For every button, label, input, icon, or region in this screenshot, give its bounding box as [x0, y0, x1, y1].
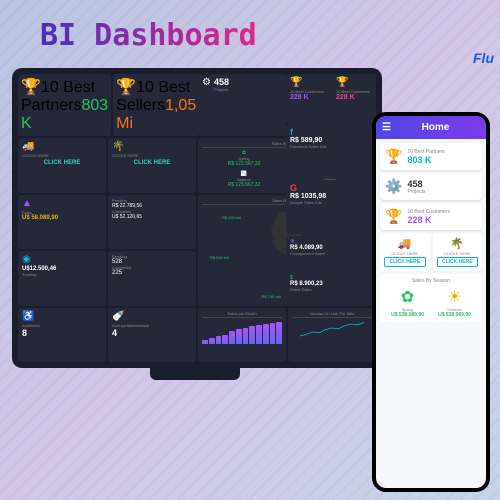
leaf-icon: 📉	[241, 171, 247, 177]
projects-card[interactable]: ⚙458Projects	[198, 74, 286, 136]
consign-card[interactable]: ⚗R$ 4.089,90Consignment Sales	[286, 236, 376, 270]
trophy-icon: 🏆	[290, 77, 326, 88]
facebook-icon: f	[290, 127, 372, 137]
training-card[interactable]: ◉U$12.500,46Training	[18, 251, 106, 306]
monthly-chart[interactable]: Sales per Month	[198, 308, 286, 363]
trophy-icon: 🏆	[385, 148, 402, 165]
trophy-icon: 🏆	[385, 208, 402, 225]
phone-mockup: ☰Home 🏆10 Best Partners803 K ⚙️458Projec…	[372, 112, 490, 492]
gear-icon: ⚙	[202, 77, 211, 91]
trophy-icon: 🏆	[336, 77, 372, 88]
money-icon: ◉	[22, 254, 102, 265]
baby-icon: 🍼	[112, 311, 192, 322]
training-status[interactable]: Pending528Completed225	[108, 251, 196, 306]
fb-card[interactable]: fR$ 589,90Facebook Sales Ads	[286, 124, 376, 178]
google-card[interactable]: GR$ 1035,98Google Sales Ads	[286, 180, 376, 234]
google-icon: G	[290, 183, 372, 193]
trophy-icon: 🏆	[21, 79, 41, 96]
phone-click-1[interactable]: 🚚CLICKE HERECLICK HERE	[380, 233, 430, 271]
chart-icon: ▲	[22, 198, 102, 209]
phone-click-2[interactable]: 🌴CLICKE HERECLICK HERE	[433, 233, 483, 271]
tree-icon: 🌴	[112, 141, 192, 152]
customers-card-1[interactable]: 🏆10 Best Customers228 K	[286, 74, 330, 124]
sales-card-2[interactable]: PendingR$ 22.789,56CompletedU$ 52.120,65	[108, 195, 196, 250]
customers-card-2[interactable]: 🏆10 Best Customers228 K	[332, 74, 376, 124]
trophy-icon: 🏆	[116, 79, 136, 96]
desktop-stand	[150, 364, 240, 380]
phone-season[interactable]: Sales By Season✿SpringU$ 538.089,90☀Summ…	[380, 274, 482, 322]
gear-icon: ⚙️	[385, 178, 402, 195]
truck-icon: 🚚	[22, 141, 102, 152]
truck-icon: 🚚	[384, 237, 426, 250]
click-card-1[interactable]: 🚚CLICKE HERECLICK HERE	[18, 138, 106, 193]
wheelchair-icon: ♿	[22, 311, 102, 322]
sun-icon: ☀	[447, 289, 461, 306]
tree-icon: 🌴	[437, 237, 479, 250]
flower-icon: ✿	[401, 289, 414, 306]
sellers-card[interactable]: 🏆10 Best Sellers1,05 Mi	[113, 74, 199, 136]
sales-card-1[interactable]: ▲SalesU$ 58.089,90	[18, 195, 106, 250]
accidents-card[interactable]: ♿Acidentes8	[18, 308, 106, 363]
menu-icon[interactable]: ☰	[382, 122, 391, 133]
phone-header: ☰Home	[376, 116, 486, 139]
maternity-card[interactable]: 🍼Licença Maternidade4	[108, 308, 196, 363]
phone-customers[interactable]: 🏆10 Best Customers228 K	[380, 203, 482, 230]
page-title: BI Dashboard	[40, 18, 257, 53]
online-chart[interactable]: Vendas On Line Por Mês	[288, 308, 376, 363]
brand-label: Flu	[473, 50, 494, 66]
direct-card[interactable]: $R$ 8.900,23Direct Sales	[286, 272, 376, 306]
phone-partners[interactable]: 🏆10 Best Partners803 K	[380, 143, 482, 170]
click-card-2[interactable]: 🌴CLICKE HERECLICK HERE	[108, 138, 196, 193]
phone-projects[interactable]: ⚙️458Projects	[380, 173, 482, 200]
partners-card[interactable]: 🏆10 Best Partners803 K	[18, 74, 111, 136]
